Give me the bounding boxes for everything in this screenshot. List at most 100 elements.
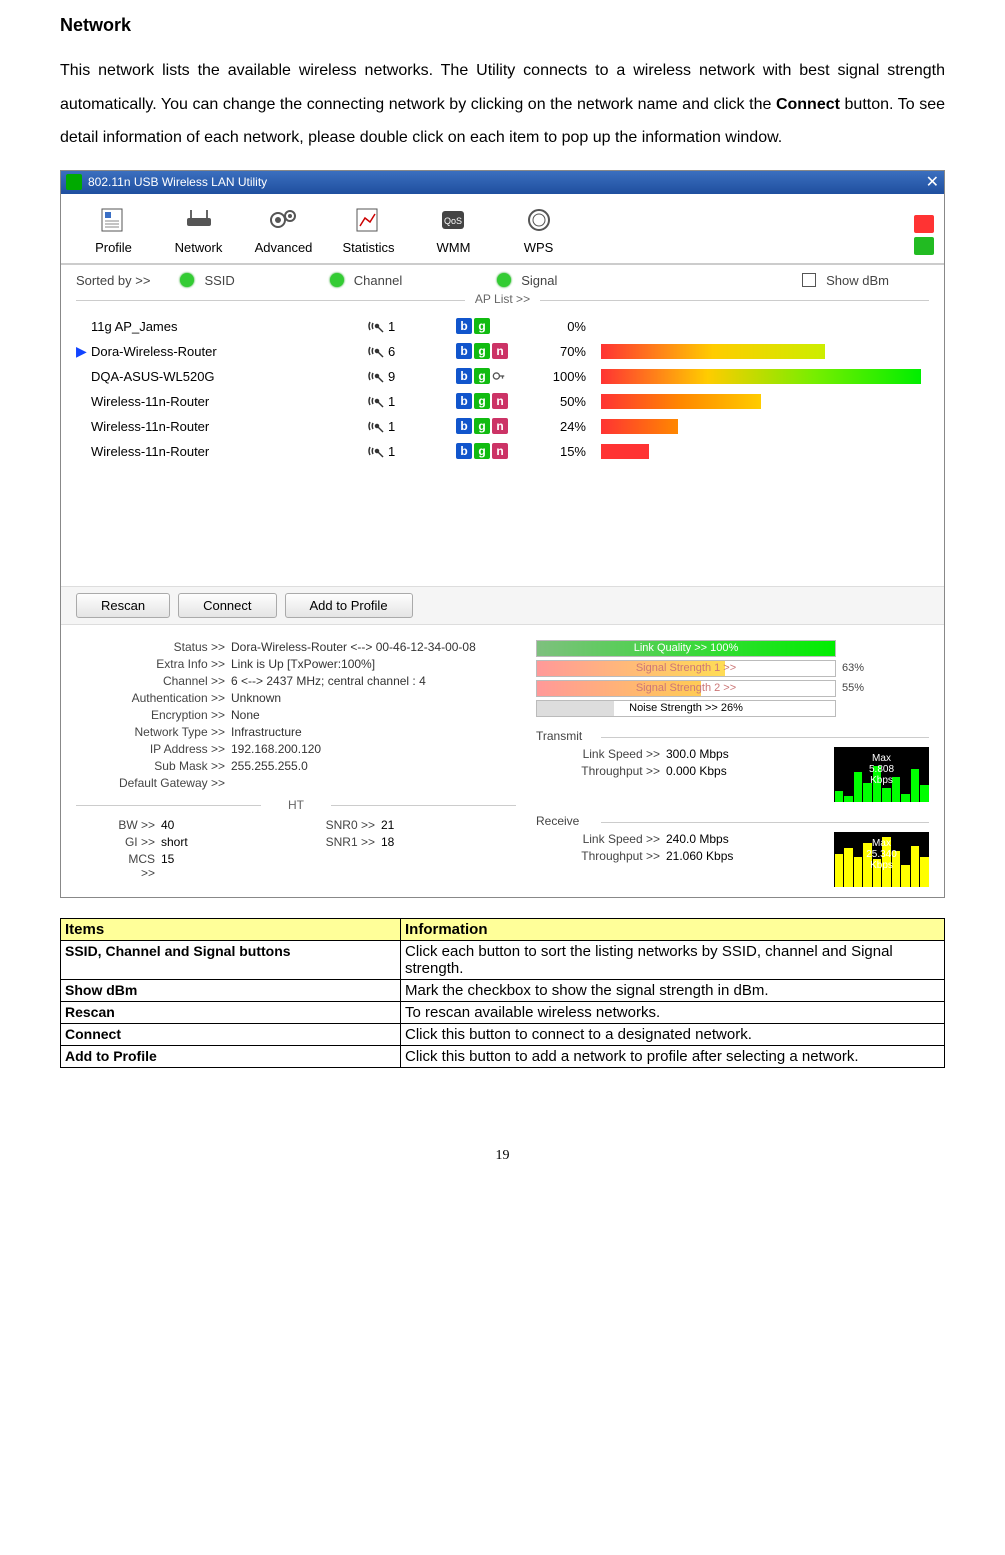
- signal2-extra: 55%: [842, 682, 864, 694]
- close-icon[interactable]: ✕: [926, 172, 939, 192]
- info-cell: To rescan available wireless networks.: [401, 1001, 945, 1023]
- sort-row: Sorted by >> SSID Channel Signal Show dB…: [61, 265, 944, 292]
- radio-icon: [497, 273, 511, 287]
- channel-icon: [366, 343, 386, 359]
- status-section: Status >>Dora-Wireless-Router <--> 00-46…: [61, 625, 944, 897]
- rx-speed-v: 240.0 Mbps: [666, 832, 729, 846]
- transmit-section: Transmit Link Speed >>300.0 Mbps Through…: [536, 729, 929, 802]
- mode-g-icon: g: [474, 418, 490, 434]
- ap-ssid: Wireless-11n-Router: [91, 394, 366, 409]
- tab-advanced-label: Advanced: [255, 240, 313, 255]
- noise-meter: Noise Strength >> 26%: [536, 700, 929, 717]
- network-icon: [156, 204, 241, 236]
- channel-icon: [366, 318, 386, 334]
- th-items: Items: [61, 918, 401, 940]
- signal2-meter: Signal Strength 2 >> 55%: [536, 680, 929, 697]
- key-icon: [492, 369, 506, 383]
- mcs-k: MCS >>: [116, 852, 161, 880]
- app-window: 802.11n USB Wireless LAN Utility ✕ Profi…: [60, 170, 945, 898]
- ap-signal-pct: 50%: [541, 394, 601, 409]
- tab-advanced[interactable]: Advanced: [241, 199, 326, 263]
- extra-v: Link is Up [TxPower:100%]: [231, 657, 375, 671]
- checkbox-icon: [802, 273, 816, 287]
- title-bar: 802.11n USB Wireless LAN Utility ✕: [61, 171, 944, 194]
- tab-profile[interactable]: Profile: [71, 199, 156, 263]
- connect-button[interactable]: Connect: [178, 593, 276, 618]
- ap-row[interactable]: Wireless-11n-Router 1 bgn 24%: [76, 414, 929, 439]
- mcs-v: 15: [161, 852, 174, 880]
- ap-ssid: Wireless-11n-Router: [91, 419, 366, 434]
- ap-modes: bgn: [456, 443, 541, 459]
- radio-on-icon[interactable]: [914, 237, 934, 255]
- mask-v: 255.255.255.0: [231, 759, 308, 773]
- tab-wmm[interactable]: QoS WMM: [411, 199, 496, 263]
- mask-k: Sub Mask >>: [76, 759, 231, 773]
- add-to-profile-button[interactable]: Add to Profile: [285, 593, 413, 618]
- link-quality-meter: Link Quality >> 100%: [536, 640, 929, 657]
- show-dbm-checkbox[interactable]: Show dBm: [742, 273, 889, 288]
- ap-row[interactable]: ▶ Dora-Wireless-Router 6 bgn 70%: [76, 339, 929, 364]
- enc-k: Encryption >>: [76, 708, 231, 722]
- bw-k: BW >>: [76, 818, 161, 832]
- tx-speed-k: Link Speed >>: [536, 747, 666, 761]
- ap-modes: bg: [456, 368, 541, 384]
- ap-ssid: 11g AP_James: [91, 319, 366, 334]
- ht-grid: BW >>40 SNR0 >>21 GI >>short SNR1 >>18 M…: [76, 818, 516, 883]
- mode-n-icon: n: [492, 443, 508, 459]
- ap-row[interactable]: 11g AP_James 1 bg 0%: [76, 314, 929, 339]
- sort-signal-button[interactable]: Signal: [497, 273, 557, 288]
- channel-k: Channel >>: [76, 674, 231, 688]
- mode-b-icon: b: [456, 443, 472, 459]
- info-cell: Click this button to connect to a design…: [401, 1023, 945, 1045]
- rescan-button[interactable]: Rescan: [76, 593, 170, 618]
- selected-indicator-icon: ▶: [76, 343, 91, 360]
- ap-signal-bar: [601, 369, 921, 384]
- tx-tp-v: 0.000 Kbps: [666, 764, 727, 778]
- ap-channel: 1: [366, 443, 456, 459]
- gw-k: Default Gateway >>: [76, 776, 231, 790]
- gi-v: short: [161, 835, 188, 849]
- tx-tp-k: Throughput >>: [536, 764, 666, 778]
- signal1-meter: Signal Strength 1 >> 63%: [536, 660, 929, 677]
- ap-row[interactable]: Wireless-11n-Router 1 bgn 15%: [76, 439, 929, 464]
- rx-max-label: Max: [872, 838, 891, 849]
- extra-k: Extra Info >>: [76, 657, 231, 671]
- tx-speed-v: 300.0 Mbps: [666, 747, 729, 761]
- snr1-k: SNR1 >>: [296, 835, 381, 849]
- table-row: SSID, Channel and Signal buttonsClick ea…: [61, 940, 945, 979]
- ap-signal-bar: [601, 394, 921, 409]
- ap-row[interactable]: Wireless-11n-Router 1 bgn 50%: [76, 389, 929, 414]
- tab-network[interactable]: Network: [156, 199, 241, 263]
- sort-ssid-label: SSID: [204, 273, 234, 288]
- info-cell: Click each button to sort the listing ne…: [401, 940, 945, 979]
- status-right: Link Quality >> 100% Signal Strength 1 >…: [536, 640, 929, 887]
- item-cell: Show dBm: [61, 979, 401, 1001]
- item-cell: Add to Profile: [61, 1045, 401, 1067]
- radio-off-icon[interactable]: [914, 215, 934, 233]
- table-row: ConnectClick this button to connect to a…: [61, 1023, 945, 1045]
- tab-statistics[interactable]: Statistics: [326, 199, 411, 263]
- ht-header: HT: [76, 798, 516, 812]
- channel-icon: [366, 443, 386, 459]
- table-row: Add to ProfileClick this button to add a…: [61, 1045, 945, 1067]
- ap-signal-bar: [601, 444, 921, 459]
- mode-g-icon: g: [474, 368, 490, 384]
- table-row: RescanTo rescan available wireless netwo…: [61, 1001, 945, 1023]
- ap-row[interactable]: DQA-ASUS-WL520G 9 bg 100%: [76, 364, 929, 389]
- window-title: 802.11n USB Wireless LAN Utility: [88, 175, 267, 189]
- sort-label: Sorted by >>: [76, 273, 150, 288]
- mode-b-icon: b: [456, 318, 472, 334]
- toolbar: Profile Network Advanced Statistics QoS …: [61, 194, 944, 265]
- ip-k: IP Address >>: [76, 742, 231, 756]
- page-number: 19: [60, 1148, 945, 1164]
- sort-channel-button[interactable]: Channel: [330, 273, 402, 288]
- sort-signal-label: Signal: [521, 273, 557, 288]
- sort-ssid-button[interactable]: SSID: [180, 273, 234, 288]
- tab-wps[interactable]: WPS: [496, 199, 581, 263]
- transmit-header: Transmit: [536, 729, 929, 743]
- bw-v: 40: [161, 818, 174, 832]
- advanced-icon: [241, 204, 326, 236]
- receive-section: Receive Link Speed >>240.0 Mbps Throughp…: [536, 814, 929, 887]
- tx-max-unit: Kbps: [870, 775, 893, 786]
- ap-signal-pct: 15%: [541, 444, 601, 459]
